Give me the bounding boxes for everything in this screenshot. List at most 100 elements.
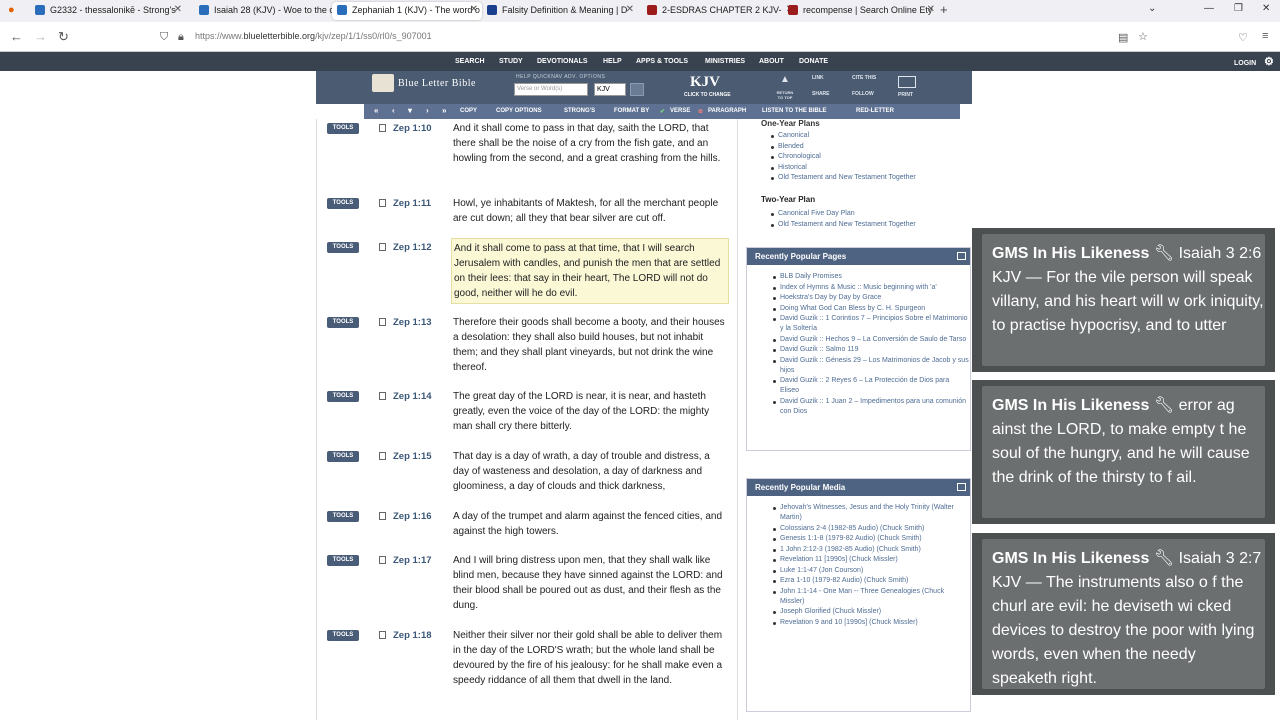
- verse-reference[interactable]: Zep 1:14: [393, 391, 432, 402]
- reading-plan-link[interactable]: Chronological: [745, 152, 916, 162]
- browser-tab[interactable]: recompense | Search Online Ety ✕: [783, 2, 939, 20]
- shield-icon[interactable]: ⛉: [160, 31, 168, 44]
- popular-page-link[interactable]: Doing What God Can Bless by C. H. Spurge…: [747, 304, 970, 314]
- address-field[interactable]: https://www.blueletterbible.org/kjv/zep/…: [195, 31, 432, 41]
- popular-page-link[interactable]: David Guzik :: 1 Juan 2 – Impedimentos p…: [747, 397, 970, 417]
- reading-plan-link[interactable]: Blended: [745, 142, 916, 152]
- close-window-icon[interactable]: ✕: [1262, 3, 1270, 14]
- topnav-about[interactable]: ABOUT: [759, 58, 784, 65]
- popular-media-link[interactable]: Luke 1:1-47 (Jon Courson): [747, 566, 970, 576]
- reading-plan-link[interactable]: Old Testament and New Testament Together: [745, 173, 916, 183]
- chapter-down-icon[interactable]: ▾: [408, 106, 412, 115]
- format-paragraph-option[interactable]: PARAGRAPH: [708, 108, 746, 114]
- verse-tools-button[interactable]: TOOLS: [327, 511, 359, 522]
- popular-page-link[interactable]: David Guzik :: Génesis 29 – Los Matrimon…: [747, 356, 970, 376]
- copy-verse-icon[interactable]: [379, 318, 386, 326]
- first-chapter-icon[interactable]: «: [374, 106, 378, 115]
- copy-options-button[interactable]: COPY OPTIONS: [496, 108, 542, 114]
- reading-plan-link[interactable]: Canonical: [745, 131, 916, 141]
- reading-plan-link[interactable]: Canonical Five Day Plan: [745, 209, 916, 219]
- popular-media-link[interactable]: John 1:1-14 - One Man -- Three Genealogi…: [747, 587, 970, 607]
- browser-tab[interactable]: Zephaniah 1 (KJV) - The word o ✕: [332, 2, 482, 20]
- follow-label[interactable]: FOLLOW: [852, 91, 874, 97]
- firefox-menu-icon[interactable]: ●: [8, 4, 15, 16]
- copy-verse-icon[interactable]: [379, 512, 386, 520]
- verse-reference[interactable]: Zep 1:13: [393, 317, 432, 328]
- copy-verse-icon[interactable]: [379, 452, 386, 460]
- version-change-link[interactable]: CLICK TO CHANGE: [684, 92, 731, 98]
- version-title[interactable]: KJV: [690, 74, 720, 91]
- return-to-top[interactable]: RETURN TO TOP: [774, 90, 796, 100]
- pocket-icon[interactable]: ♡: [1238, 31, 1248, 44]
- verse-reference[interactable]: Zep 1:11: [393, 198, 431, 209]
- browser-tab[interactable]: Falsity Definition & Meaning | D ✕: [482, 2, 638, 20]
- verse-tools-button[interactable]: TOOLS: [327, 555, 359, 566]
- reading-plan-link[interactable]: Historical: [745, 163, 916, 173]
- print-label[interactable]: PRINT: [898, 92, 913, 98]
- browser-tab[interactable]: G2332 - thessalonikē - Strong's ✕: [30, 2, 186, 20]
- forward-icon[interactable]: →: [34, 29, 47, 44]
- settings-gear-icon[interactable]: ⚙: [1264, 55, 1274, 68]
- browser-tab[interactable]: 2-ESDRAS CHAPTER 2 KJV-✕: [642, 2, 798, 20]
- collapse-box-icon[interactable]: [957, 483, 966, 491]
- copy-verse-icon[interactable]: [379, 124, 386, 132]
- verse-tools-button[interactable]: TOOLS: [327, 451, 359, 462]
- popular-page-link[interactable]: Index of Hymns & Music :: Music beginnin…: [747, 283, 970, 293]
- popular-media-link[interactable]: Jehovah's Witnesses, Jesus and the Holy …: [747, 503, 970, 523]
- copy-verse-icon[interactable]: [379, 392, 386, 400]
- strongs-toggle[interactable]: STRONG'S: [564, 108, 595, 114]
- listen-button[interactable]: LISTEN TO THE BIBLE: [762, 108, 827, 114]
- popular-media-link[interactable]: Ezra 1-10 (1979-82 Audio) (Chuck Smith): [747, 576, 970, 586]
- tab-close-icon[interactable]: ✕: [927, 4, 935, 15]
- verse-reference[interactable]: Zep 1:16: [393, 511, 432, 522]
- popular-media-link[interactable]: Revelation 9 and 10 [1990s] (Chuck Missl…: [747, 618, 970, 628]
- tab-close-icon[interactable]: ✕: [174, 4, 182, 15]
- copy-verse-icon[interactable]: [379, 243, 386, 251]
- topnav-search[interactable]: SEARCH: [455, 58, 485, 65]
- lock-icon[interactable]: 🔒︎: [178, 31, 184, 44]
- verse-reference[interactable]: Zep 1:18: [393, 630, 432, 641]
- prev-chapter-icon[interactable]: ‹: [392, 106, 395, 115]
- popular-media-link[interactable]: Colossians 2-4 (1982-85 Audio) (Chuck Sm…: [747, 524, 970, 534]
- verse-tools-button[interactable]: TOOLS: [327, 630, 359, 641]
- app-menu-icon[interactable]: ≡: [1262, 30, 1268, 42]
- maximize-icon[interactable]: ❐: [1234, 3, 1243, 14]
- reload-icon[interactable]: ↻: [58, 29, 69, 45]
- topnav-help[interactable]: HELP: [603, 58, 622, 65]
- topnav-ministries[interactable]: MINISTRIES: [705, 58, 745, 65]
- topnav-donate[interactable]: DONATE: [799, 58, 828, 65]
- browser-tab[interactable]: Isaiah 28 (KJV) - Woe to the cro✕: [194, 2, 350, 20]
- search-go-button[interactable]: [630, 83, 644, 96]
- popular-media-link[interactable]: 1 John 2:12-3 (1982-85 Audio) (Chuck Smi…: [747, 545, 970, 555]
- popular-page-link[interactable]: David Guzik :: 1 Corintios 7 – Principio…: [747, 314, 970, 334]
- popular-page-link[interactable]: BLB Daily Promises: [747, 272, 970, 282]
- popular-page-link[interactable]: David Guzik :: Salmo 119: [747, 345, 970, 355]
- site-logo[interactable]: Blue Letter Bible: [398, 78, 476, 89]
- popular-page-link[interactable]: David Guzik :: Hechos 9 – La Conversión …: [747, 335, 970, 345]
- format-verse-option[interactable]: VERSE: [670, 108, 690, 114]
- cite-label[interactable]: CITE THIS: [852, 75, 876, 81]
- popular-page-link[interactable]: Hoekstra's Day by Day by Grace: [747, 293, 970, 303]
- back-icon[interactable]: ←: [10, 29, 23, 44]
- tab-close-icon[interactable]: ✕: [470, 4, 478, 15]
- collapse-box-icon[interactable]: [957, 252, 966, 260]
- topnav-devotionals[interactable]: DEVOTIONALS: [537, 58, 588, 65]
- verse-reference[interactable]: Zep 1:10: [393, 123, 432, 134]
- copy-button[interactable]: COPY: [460, 108, 477, 114]
- topnav-study[interactable]: STUDY: [499, 58, 523, 65]
- tab-close-icon[interactable]: ✕: [626, 4, 634, 15]
- topnav-apps-tools[interactable]: APPS & TOOLS: [636, 58, 688, 65]
- new-tab-icon[interactable]: +: [940, 2, 948, 17]
- verse-tools-button[interactable]: TOOLS: [327, 242, 359, 253]
- popular-page-link[interactable]: David Guzik :: 2 Reyes 6 – La Protección…: [747, 376, 970, 396]
- print-icon[interactable]: [898, 76, 916, 88]
- verse-tools-button[interactable]: TOOLS: [327, 317, 359, 328]
- search-input[interactable]: Verse or Word(s): [514, 83, 588, 96]
- next-chapter-icon[interactable]: ›: [426, 106, 429, 115]
- copy-verse-icon[interactable]: [379, 631, 386, 639]
- copy-verse-icon[interactable]: [379, 556, 386, 564]
- popular-media-link[interactable]: Revelation 11 [1990s] (Chuck Missler): [747, 555, 970, 565]
- verse-tools-button[interactable]: TOOLS: [327, 391, 359, 402]
- last-chapter-icon[interactable]: »: [442, 106, 446, 115]
- copy-verse-icon[interactable]: [379, 199, 386, 207]
